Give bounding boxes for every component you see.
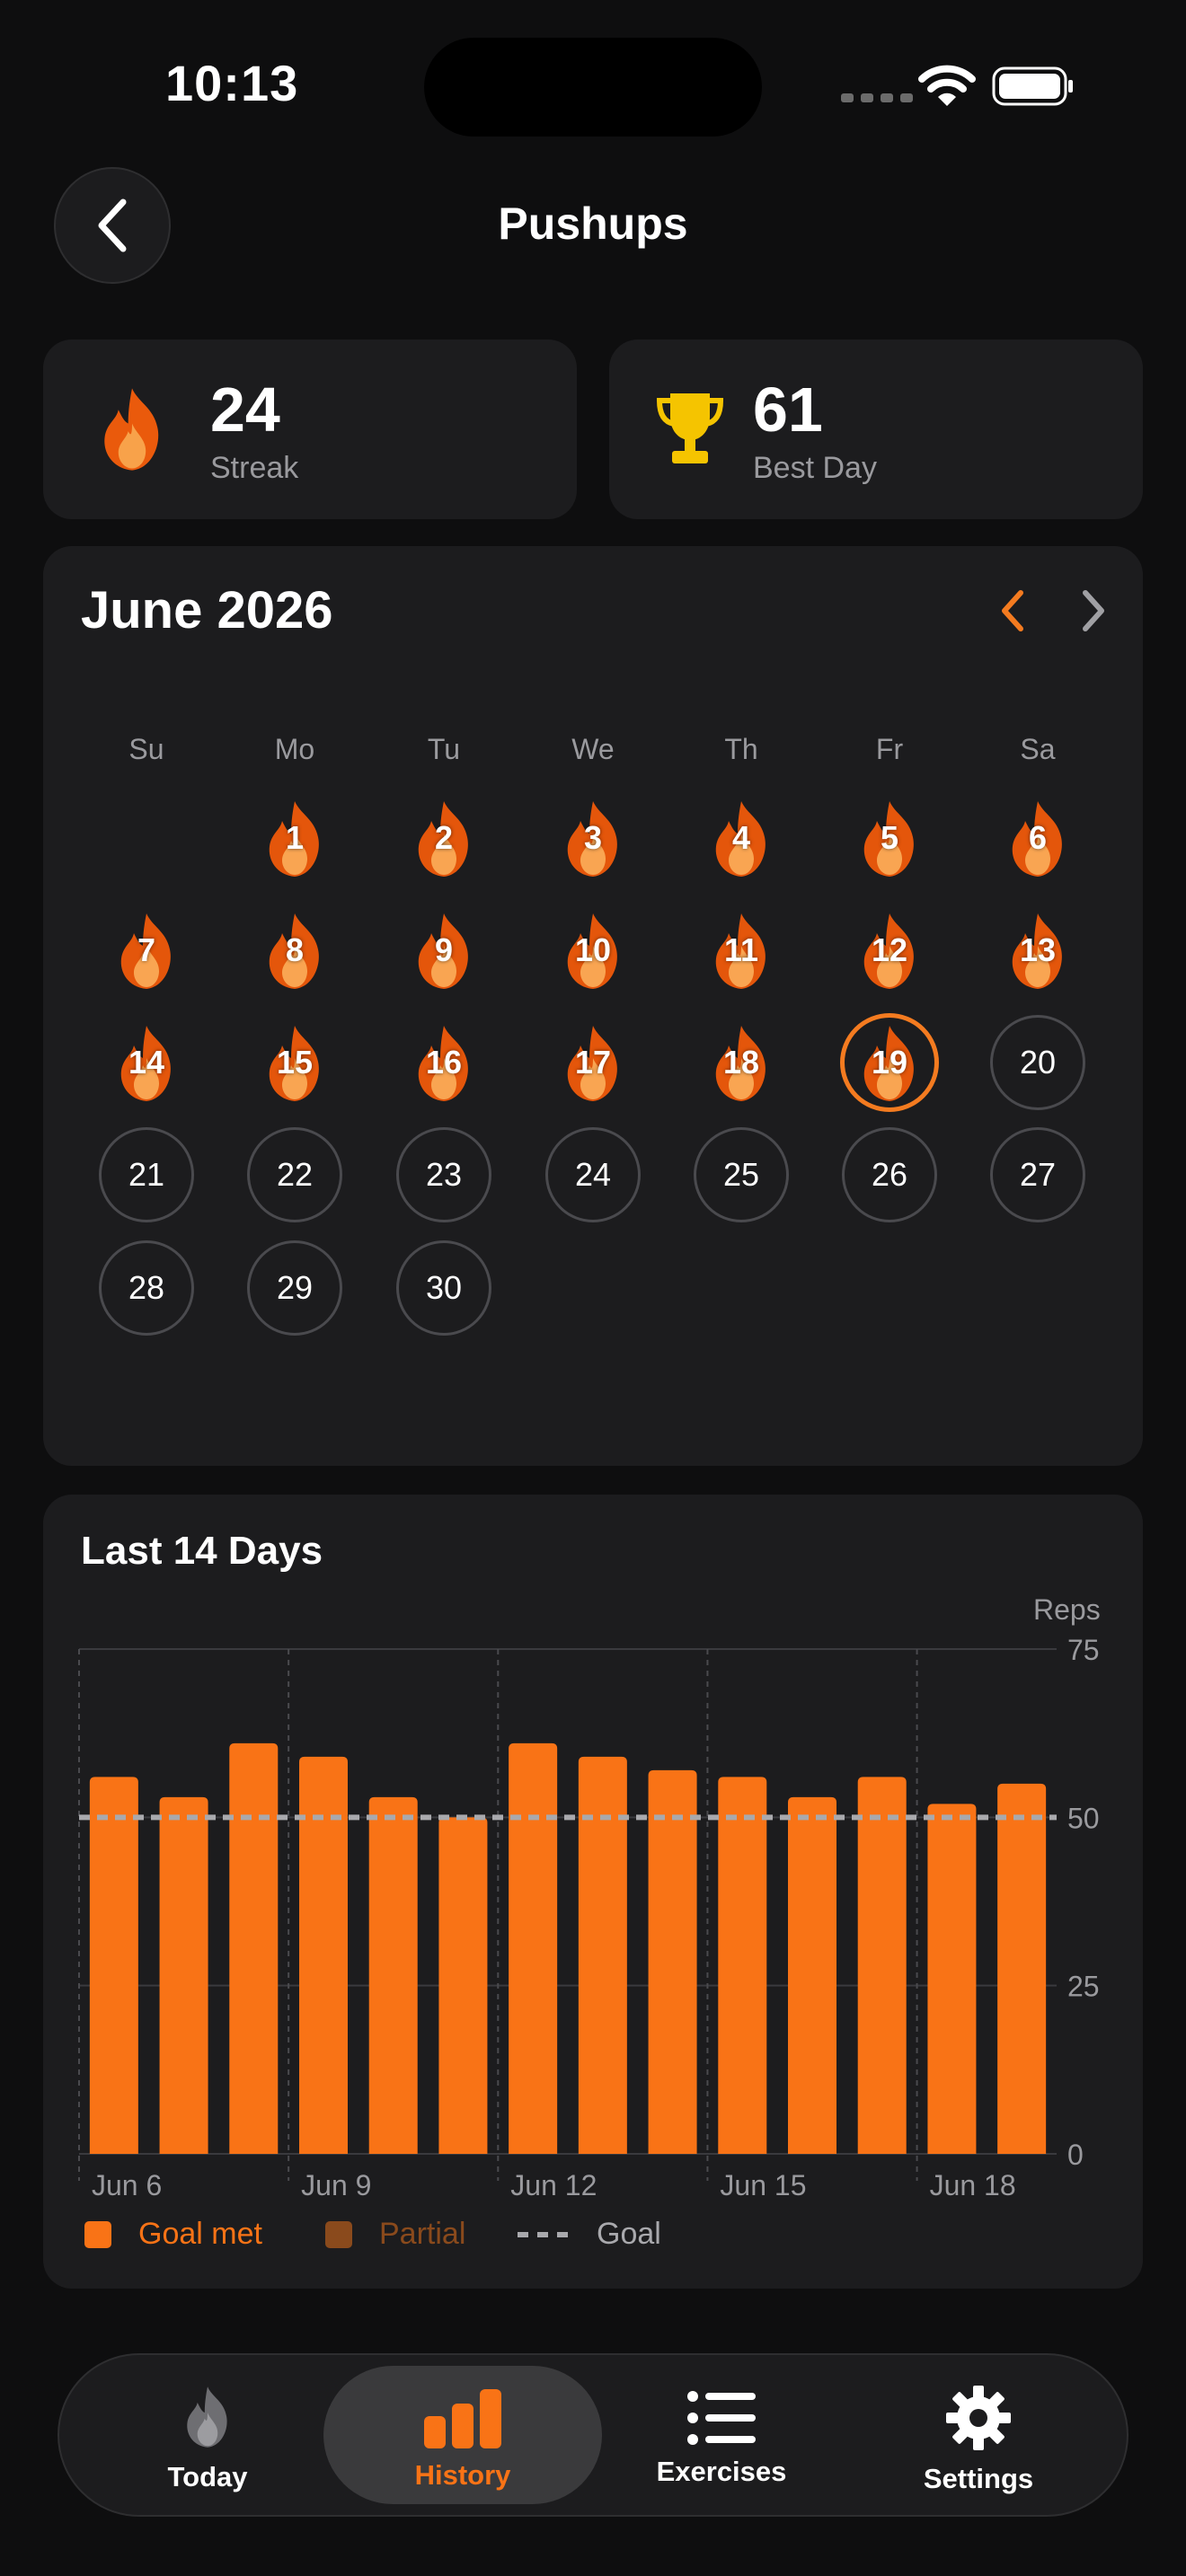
legend-goal-label: Goal [597, 2217, 661, 2251]
legend-goal-met-label: Goal met [138, 2217, 262, 2251]
bar [229, 1742, 279, 2154]
bar [509, 1742, 558, 2154]
bar [368, 1796, 418, 2154]
bar [159, 1796, 208, 2154]
y-tick-label: 50 [1067, 1802, 1100, 1834]
y-tick-label: 75 [1067, 1634, 1100, 1666]
tab-exercises[interactable]: Exercises [582, 2366, 861, 2504]
y-tick-label: 25 [1067, 1971, 1100, 2003]
tab-settings[interactable]: Settings [839, 2366, 1118, 2504]
bar [648, 1769, 697, 2154]
bar-chart-icon [424, 2389, 501, 2448]
legend-partial-label: Partial [379, 2217, 466, 2251]
bar [997, 1783, 1047, 2154]
bar [927, 1804, 977, 2154]
legend-goal: Goal [518, 2217, 661, 2252]
bar [857, 1777, 907, 2154]
x-tick-label: Jun 6 [92, 2169, 162, 2201]
bar-chart: 0 25 50 75 Jun 6 Jun 9 Jun 12 Jun 15 Jun 18 [78, 1634, 1100, 2201]
tab-today[interactable]: Today [68, 2366, 347, 2504]
tab-today-label: Today [167, 2461, 248, 2492]
y-tick-label: 0 [1067, 2139, 1084, 2171]
goal-met-swatch [84, 2220, 111, 2248]
bar [788, 1796, 836, 2154]
goal-line-swatch [518, 2231, 575, 2237]
tab-history-label: History [414, 2459, 511, 2491]
gear-icon [946, 2386, 1011, 2450]
x-tick-label: Jun 15 [720, 2169, 806, 2201]
x-tick-label: Jun 18 [930, 2169, 1016, 2201]
tab-exercises-label: Exercises [656, 2456, 787, 2487]
bar [438, 1817, 488, 2154]
legend-goal-met: Goal met [84, 2217, 262, 2252]
tab-settings-label: Settings [923, 2463, 1034, 2494]
partial-swatch [325, 2220, 352, 2248]
bar [89, 1777, 138, 2154]
legend-partial: Partial [325, 2217, 465, 2252]
tab-history[interactable]: History [323, 2366, 602, 2504]
flame-icon [187, 2386, 227, 2448]
list-icon [687, 2391, 756, 2445]
bar [718, 1777, 767, 2154]
x-tick-label: Jun 12 [510, 2169, 597, 2201]
x-tick-label: Jun 9 [301, 2169, 371, 2201]
